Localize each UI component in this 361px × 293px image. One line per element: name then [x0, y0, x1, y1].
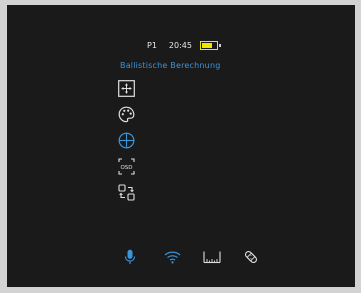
- bandage-icon: [244, 250, 258, 264]
- switch-icon: [117, 183, 135, 201]
- status-bar: P1 20:45: [147, 38, 221, 52]
- menu-item-switch[interactable]: [116, 182, 136, 202]
- menu-item-reticle[interactable]: [116, 78, 136, 98]
- reticle-frame-icon: [117, 79, 135, 97]
- ruler-icon: [203, 251, 221, 264]
- rangefinder-button[interactable]: [202, 247, 222, 267]
- microphone-icon: [124, 249, 136, 264]
- bottom-bar: [7, 247, 355, 267]
- menu-title: Ballistische Berechnung: [120, 61, 221, 70]
- clock: 20:45: [168, 40, 192, 50]
- wifi-button[interactable]: [162, 247, 182, 267]
- osd-icon: OSD: [117, 157, 135, 175]
- menu-item-osd[interactable]: OSD: [116, 156, 136, 176]
- menu-list: OSD: [116, 78, 136, 208]
- crosshair-icon: [118, 132, 134, 148]
- svg-text:OSD: OSD: [120, 165, 132, 171]
- profile-label: P1: [147, 40, 157, 50]
- bandage-button[interactable]: [241, 247, 261, 267]
- menu-item-ballistics[interactable]: [116, 130, 136, 150]
- battery-icon: [199, 40, 221, 50]
- battery-level: [201, 42, 212, 48]
- battery-tip: [218, 43, 221, 47]
- microphone-button[interactable]: [120, 247, 140, 267]
- palette-icon: [118, 106, 134, 122]
- menu-item-palette[interactable]: [116, 104, 136, 124]
- device-screen: P1 20:45 Ballistische Berechnung OSD: [7, 5, 355, 287]
- wifi-icon: [164, 251, 180, 264]
